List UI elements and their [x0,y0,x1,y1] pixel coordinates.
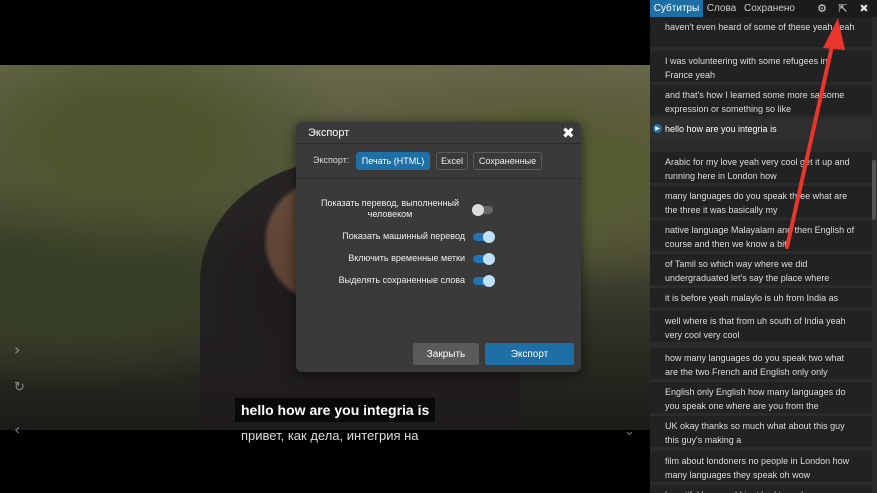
export-icon[interactable]: ⇱ [836,1,850,15]
list-item[interactable]: how many languages do you speak two what… [650,348,872,379]
list-item[interactable]: UK okay thanks so much what about this g… [650,416,872,447]
next-chevron-icon[interactable]: › [14,340,20,359]
list-item[interactable]: beautiful hara and I just had to embarra… [650,485,872,493]
option-label: Включить временные метки [348,253,465,263]
gear-icon[interactable]: ⚙ [815,1,829,15]
list-item-current[interactable]: ▶ hello how are you integria is [650,119,872,139]
close-icon[interactable]: ✖ [857,1,871,15]
highlight-saved-toggle[interactable] [473,275,495,287]
app-root: › ↻ ‹ ⌄ hello how are you integria is пр… [0,0,877,493]
prev-chevron-icon[interactable]: ‹ [14,420,20,439]
video-player[interactable]: › ↻ ‹ ⌄ hello how are you integria is пр… [0,0,650,493]
list-item[interactable]: I was volunteering with some refugees in… [650,51,872,82]
tab-words[interactable]: Слова [703,0,740,17]
list-item[interactable]: it is before yeah malaylo is uh from Ind… [650,288,872,308]
list-item[interactable]: haven't even heard of some of these yeah… [650,17,872,47]
chevron-down-icon[interactable]: ⌄ [624,424,635,439]
dialog-title: Экспорт [308,127,350,139]
list-item[interactable]: well where is that from uh south of Indi… [650,311,872,342]
close-icon[interactable]: ✖ [562,124,575,142]
close-button[interactable]: Закрыть [413,343,479,365]
format-label: Экспорт: [313,155,350,165]
format-html-button[interactable]: Печать (HTML) [356,152,430,170]
list-item[interactable]: and that's how I learned some more sa so… [650,85,872,116]
list-item[interactable]: English only English how many languages … [650,382,872,413]
timestamps-toggle[interactable] [473,253,495,265]
format-saved-button[interactable]: Сохраненные [473,152,542,170]
subtitle-translation: привет, как дела, интегрия на [241,428,419,443]
list-item-text: hello how are you integria is [665,124,777,134]
scrollbar[interactable] [872,160,876,220]
list-item[interactable]: film about londoners no people in London… [650,451,872,482]
replay-icon[interactable]: ↻ [14,380,25,395]
option-label: Показать машинный перевод [342,231,465,241]
human-translation-toggle[interactable] [472,204,493,216]
tab-saved[interactable]: Сохранено [740,0,799,17]
divider [296,143,581,144]
machine-translation-toggle[interactable] [473,231,495,243]
subtitle-list[interactable]: haven't even heard of some of these yeah… [650,17,877,493]
format-excel-button[interactable]: Excel [436,152,468,170]
list-item[interactable]: native language Malayalam and then Engli… [650,220,872,251]
current-subtitle[interactable]: hello how are you integria is [235,398,436,422]
option-label: Показать перевод, выполненный человеком [321,198,459,219]
export-button[interactable]: Экспорт [485,343,574,365]
subtitles-panel: Субтитры Слова Сохранено ⚙ ⇱ ✖ haven't e… [650,0,877,493]
tab-subtitles[interactable]: Субтитры [650,0,703,17]
panel-tabs: Субтитры Слова Сохранено ⚙ ⇱ ✖ [650,0,877,17]
export-dialog: Экспорт ✖ Экспорт: Печать (HTML) Excel С… [296,122,581,372]
option-label: Выделять сохраненные слова [338,275,465,285]
list-item[interactable]: many languages do you speak three what a… [650,186,872,217]
list-item[interactable]: of Tamil so which way where we did under… [650,254,872,285]
list-item[interactable]: Arabic for my love yeah very cool get it… [650,152,872,183]
divider [296,178,581,179]
play-icon: ▶ [653,124,662,133]
